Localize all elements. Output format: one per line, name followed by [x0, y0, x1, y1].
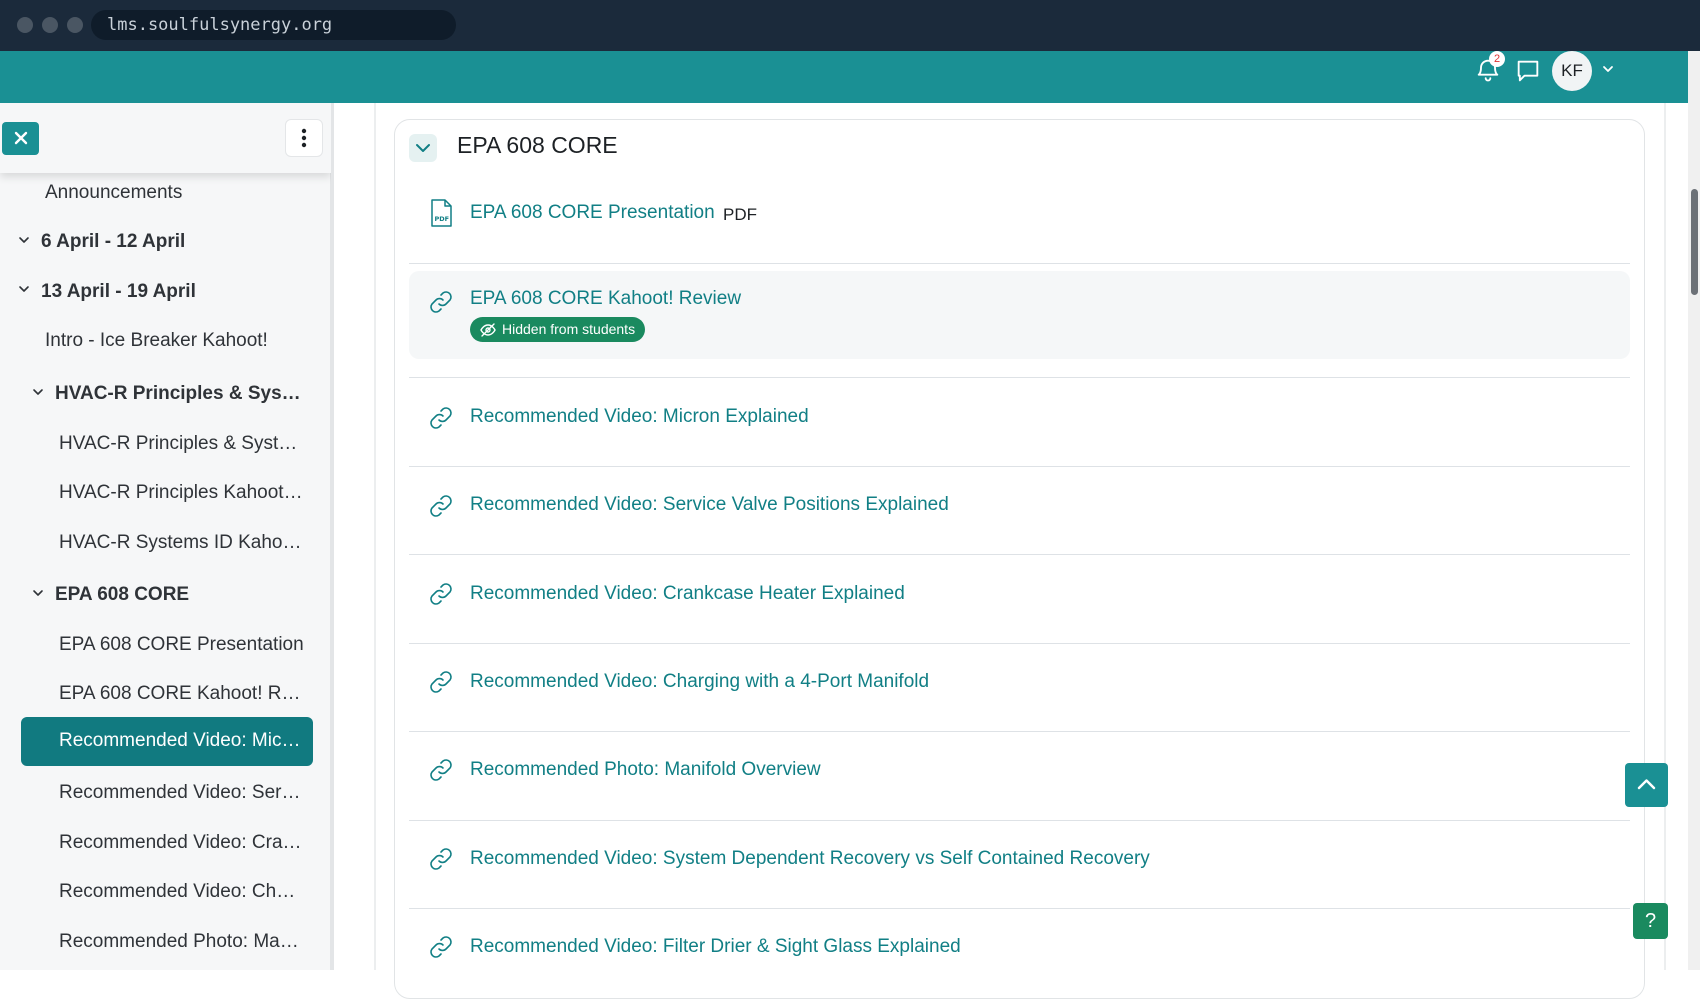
chat-icon[interactable] [1514, 57, 1542, 85]
sidebar-item-epa-kahoot-review[interactable]: EPA 608 CORE Kahoot! R… [59, 670, 307, 718]
app-navbar: 2 KF [0, 51, 1688, 103]
sidebar-item-hvac-principles-systems[interactable]: HVAC-R Principles & Syst… [59, 420, 307, 468]
window-scrollbar[interactable] [1688, 51, 1700, 970]
chevron-down-icon [416, 144, 430, 152]
sidebar-section-13-april[interactable]: 13 April - 19 April [41, 268, 311, 316]
sidebar-item-intro-kahoot[interactable]: Intro - Ice Breaker Kahoot! [45, 317, 315, 365]
hidden-from-students-badge: Hidden from students [470, 317, 646, 342]
eye-slash-icon [480, 323, 496, 337]
link-icon [430, 291, 452, 313]
sidebar-item-hvac-principles-kahoot[interactable]: HVAC-R Principles Kahoot… [59, 469, 307, 517]
activity-link-recovery-video[interactable]: Recommended Video: System Dependent Reco… [470, 848, 1150, 870]
activity-link-micron-video[interactable]: Recommended Video: Micron Explained [470, 406, 809, 428]
link-icon [430, 583, 452, 605]
sidebar-item-charging-video[interactable]: Recommended Video: Ch… [59, 868, 307, 916]
badge-label: Hidden from students [502, 321, 636, 337]
chevron-down-icon[interactable] [17, 233, 31, 247]
course-index-drawer: Announcements 6 April - 12 April 13 Apri… [0, 103, 331, 970]
sidebar-subsection-epa-608-core[interactable]: EPA 608 CORE [55, 571, 307, 619]
chevron-up-icon [1637, 779, 1656, 790]
sidebar-item-service-valve-video[interactable]: Recommended Video: Ser… [59, 769, 307, 817]
chevron-down-icon[interactable] [17, 282, 31, 296]
window-maximize-dot[interactable] [67, 17, 83, 33]
sidebar-subsection-hvac-r[interactable]: HVAC-R Principles & Sys… [55, 370, 307, 418]
window-close-dot[interactable] [17, 17, 33, 33]
link-icon [430, 671, 452, 693]
activity-separator [409, 466, 1630, 467]
course-index-options-button[interactable] [285, 119, 323, 157]
drawer-header [0, 103, 331, 173]
link-icon [430, 936, 452, 958]
activity-separator [409, 263, 1630, 264]
activity-separator [409, 908, 1630, 909]
window-minimize-dot[interactable] [42, 17, 58, 33]
activity-separator [409, 731, 1630, 732]
notification-count-badge: 2 [1489, 51, 1505, 67]
address-url: lms.soulfulsynergy.org [107, 15, 333, 35]
sidebar-item-announcements[interactable]: Announcements [45, 169, 315, 217]
kebab-menu-icon [301, 128, 307, 148]
close-drawer-button[interactable] [2, 122, 39, 155]
activity-separator [409, 377, 1630, 378]
close-icon [14, 131, 27, 145]
address-bar[interactable]: lms.soulfulsynergy.org [91, 10, 456, 40]
link-icon [430, 495, 452, 517]
window-scrollbar-thumb[interactable] [1691, 189, 1698, 295]
content-divider [374, 103, 376, 970]
drawer-divider [330, 103, 334, 970]
activity-link-manifold-photo[interactable]: Recommended Photo: Manifold Overview [470, 759, 821, 781]
activity-link-service-valve-video[interactable]: Recommended Video: Service Valve Positio… [470, 494, 949, 516]
content-divider [1664, 103, 1666, 970]
section-collapse-button[interactable] [409, 134, 437, 162]
chevron-down-icon[interactable] [31, 385, 45, 399]
link-icon [430, 759, 452, 781]
sidebar-item-crankcase-video[interactable]: Recommended Video: Cra… [59, 819, 307, 867]
activity-link-filter-drier-video[interactable]: Recommended Video: Filter Drier & Sight … [470, 936, 961, 958]
section-title: EPA 608 CORE [457, 132, 618, 158]
user-avatar[interactable]: KF [1552, 51, 1592, 91]
back-to-top-button[interactable] [1625, 763, 1668, 807]
activity-type-label: PDF [723, 205, 757, 224]
sidebar-item-hvac-systems-id-kahoot[interactable]: HVAC-R Systems ID Kaho… [59, 519, 307, 567]
hidden-activity-box [409, 271, 1630, 359]
sidebar-item-manifold-photo[interactable]: Recommended Photo: Ma… [59, 918, 307, 966]
activity-link-crankcase-video[interactable]: Recommended Video: Crankcase Heater Expl… [470, 583, 905, 605]
activity-separator [409, 643, 1630, 644]
pdf-icon: PDF [431, 199, 452, 227]
sidebar-item-active[interactable]: Recommended Video: Mic… [21, 717, 313, 766]
activity-separator [409, 820, 1630, 821]
chevron-down-icon[interactable] [31, 586, 45, 600]
link-icon [430, 407, 452, 429]
browser-chrome: lms.soulfulsynergy.org [0, 0, 1700, 51]
sidebar-item-epa-presentation[interactable]: EPA 608 CORE Presentation [59, 621, 319, 669]
sidebar-section-6-april[interactable]: 6 April - 12 April [41, 218, 311, 266]
svg-text:PDF: PDF [435, 215, 450, 223]
activity-separator [409, 554, 1630, 555]
sidebar-item-micron-video[interactable]: Recommended Video: Mic… [59, 717, 305, 765]
activity-link-charging-video[interactable]: Recommended Video: Charging with a 4-Por… [470, 671, 929, 693]
activity-link-epa-presentation[interactable]: EPA 608 CORE Presentation [470, 202, 715, 224]
help-button[interactable]: ? [1633, 903, 1668, 939]
chevron-down-icon[interactable] [1600, 61, 1616, 77]
link-icon [430, 848, 452, 870]
activity-link-epa-kahoot-review[interactable]: EPA 608 CORE Kahoot! Review [470, 288, 741, 310]
